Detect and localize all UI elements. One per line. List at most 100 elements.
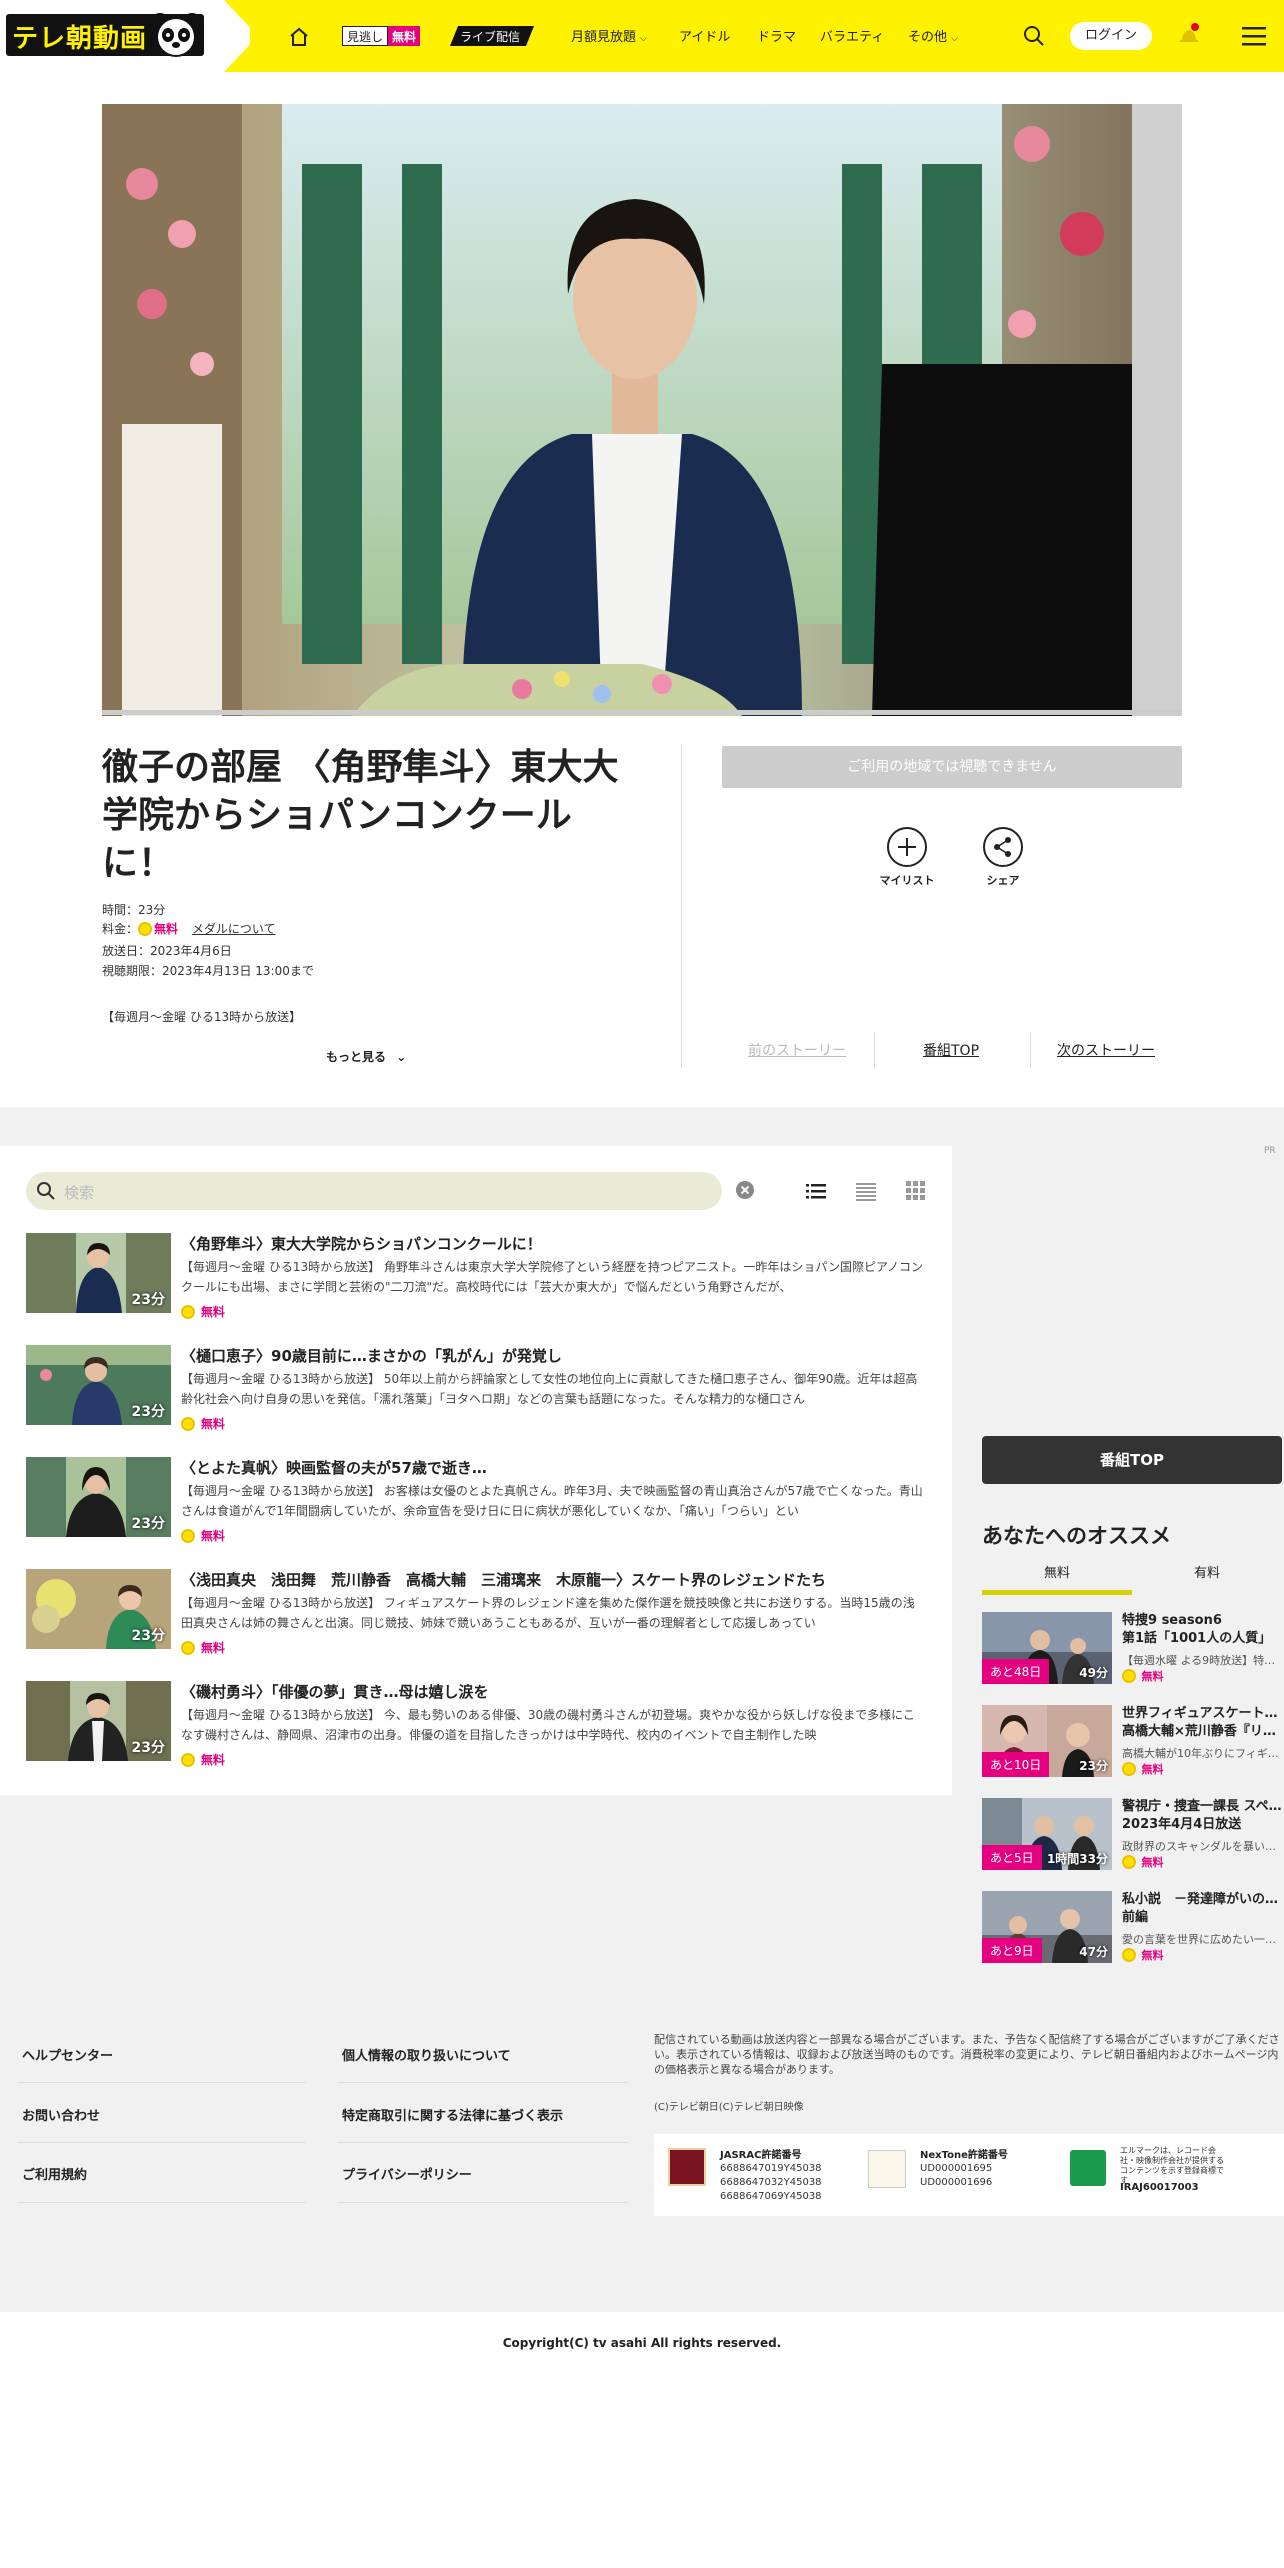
search-icon[interactable] [1022,24,1046,48]
tab-paid[interactable]: 有料 [1132,1562,1282,1581]
l-mark-logo [1070,2150,1106,2186]
item-price: 無料 [181,1527,225,1544]
recommend-price: 無料 [1122,1947,1164,1963]
recommend-price: 無料 [1122,1761,1164,1777]
footer-privacy-policy-link[interactable]: プライバシーポリシー [342,2164,472,2183]
nav-other-label: その他 [908,30,948,45]
region-unavailable-button: ご利用の地域では視聴できません [722,746,1182,788]
medal-icon [181,1305,195,1319]
item-title: 〈とよた真帆〉映画監督の夫が57歳で逝き… [181,1459,487,1477]
list-item[interactable]: 23分 〈浅田真央 浅田舞 荒川静香 高橋大輔 三浦璃来 木原龍一〉スケート界の… [26,1569,926,1655]
next-story-link[interactable]: 次のストーリー [1057,1040,1155,1060]
duration-label: 23分 [131,1628,165,1644]
episode-thumbnail[interactable]: 23分 [26,1681,171,1761]
live-link[interactable]: ライブ配信 [450,26,534,46]
nav-variety[interactable]: バラエティ [820,26,884,45]
more-button[interactable]: もっと見る ⌄ [326,1048,406,1065]
program-top-button[interactable]: 番組TOP [982,1436,1282,1484]
mylist-label: マイリスト [879,874,935,887]
site-header: テレ朝動画 見逃し 無料 ライブ配信 月額見放題 ⌵ アイドル ドラマ バラエティ… [0,0,1284,72]
remaining-days-badge: あと9日 [982,1938,1042,1963]
item-title: 〈角野隼斗〉東大大学院からショパンコンクールに！ [181,1235,542,1253]
mino-label: 見逃し [342,26,389,46]
nav-drama[interactable]: ドラマ [757,26,796,45]
list-item[interactable]: 23分 〈磯村勇斗〉「俳優の夢」貫き…母は嬉し涙を 【毎週月～金曜 ひる13時か… [26,1681,926,1767]
remaining-days-badge: あと5日 [982,1845,1042,1870]
clear-icon[interactable] [735,1180,755,1200]
recommend-description: 愛の言葉を世界に広めたい一… [1122,1933,1276,1946]
program-top-link[interactable]: 番組TOP [923,1040,979,1060]
remaining-days-badge: あと10日 [982,1752,1050,1777]
remaining-days-badge: あと48日 [982,1659,1050,1684]
search-icon [37,1182,55,1200]
share-button[interactable] [983,827,1023,867]
jasrac-number: 6688647019Y45038 [720,2163,822,2174]
hamburger-menu-icon[interactable] [1242,26,1266,46]
recommend-item[interactable]: あと10日 23分 世界フィギュアスケート… 高橋大輔×荒川静香『リ… 高橋大輔… [982,1705,1282,1777]
list-item[interactable]: 23分 〈とよた真帆〉映画監督の夫が57歳で逝き… 【毎週月～金曜 ひる13時か… [26,1457,926,1543]
episode-thumbnail[interactable]: 23分 [26,1569,171,1649]
mylist-button[interactable] [887,827,927,867]
nav-idol[interactable]: アイドル [679,26,730,45]
duration-label: 23分 [131,1292,165,1308]
recommend-thumbnail[interactable]: あと5日 1時間33分 [982,1798,1112,1870]
search-field[interactable] [26,1172,722,1210]
item-title: 〈浅田真央 浅田舞 荒川静香 高橋大輔 三浦璃来 木原龍一〉スケート界のレジェン… [181,1571,827,1589]
recommend-item[interactable]: あと48日 49分 特捜9 season6 第1話「1001人の人質」 【毎週水… [982,1612,1282,1684]
recommend-title-line2: 第1話「1001人の人質」 [1122,1631,1272,1646]
item-price-value: 無料 [200,1529,225,1543]
recommend-title: あなたへのオススメ [982,1524,1171,1548]
tab-free[interactable]: 無料 [982,1562,1132,1581]
l-mark-description: エルマークは、レコード会社・映像制作会社が提供するコンテンツを示す登録商標です [1120,2146,1224,2185]
recommend-title-line1: 私小説 －発達障がいの… [1122,1892,1279,1907]
recommend-thumbnail[interactable]: あと10日 23分 [982,1705,1112,1777]
medal-info-link[interactable]: メダルについて [192,922,276,936]
footer-contact-link[interactable]: お問い合わせ [22,2105,100,2124]
nav-other[interactable]: その他 ⌵ [908,26,958,45]
bell-icon[interactable] [1176,22,1202,48]
plus-icon [898,838,916,856]
l-mark-id: IRAJ60017003 [1120,2182,1199,2193]
list-view-icon[interactable] [806,1181,826,1201]
item-price: 無料 [181,1639,225,1656]
search-input[interactable]: 検索 [64,1182,94,1203]
copyright: Copyright(C) tv asahi All rights reserve… [502,2336,782,2350]
item-description: 【毎週月～金曜 ひる13時から放送】 50年以上前から評論家として女性の地位向上… [181,1372,918,1406]
home-icon[interactable] [288,26,310,48]
footer-help-link[interactable]: ヘルプセンター [22,2045,113,2064]
recommend-thumbnail[interactable]: あと48日 49分 [982,1612,1112,1684]
compact-list-icon[interactable] [856,1181,876,1201]
recommend-thumbnail[interactable]: あと9日 47分 [982,1891,1112,1963]
medal-icon [138,922,153,936]
footer-commerce-law-link[interactable]: 特定商取引に関する法律に基づく表示 [342,2105,563,2124]
jasrac-number: 6688647069Y45038 [720,2191,822,2202]
price-label: 料金： [102,922,139,936]
recommend-item[interactable]: あと9日 47分 私小説 －発達障がいの… 前編 愛の言葉を世界に広めたい一… … [982,1891,1282,1963]
recommend-price-value: 無料 [1141,1670,1164,1683]
nav-monthly[interactable]: 月額見放題 ⌵ [571,26,647,45]
mino-free-link[interactable]: 見逃し 無料 [342,26,421,46]
list-item[interactable]: 23分 〈角野隼斗〉東大大学院からショパンコンクールに！ 【毎週月～金曜 ひる1… [26,1233,926,1319]
episode-thumbnail[interactable]: 23分 [26,1233,171,1313]
recommend-item[interactable]: あと5日 1時間33分 警視庁・捜査一課長 スペ… 2023年4月4日放送 政財… [982,1798,1282,1870]
episode-thumbnail[interactable]: 23分 [26,1345,171,1425]
mino-free-label: 無料 [388,26,421,46]
recommend-title-line1: 特捜9 season6 [1122,1613,1222,1628]
recommend-title-line1: 警視庁・捜査一課長 スペ… [1122,1799,1282,1814]
footer-privacy-handling-link[interactable]: 個人情報の取り扱いについて [342,2045,511,2064]
footer-terms-link[interactable]: ご利用規約 [22,2164,87,2183]
duration-label: 23分 [1079,1759,1108,1773]
medal-icon [181,1417,195,1431]
grid-view-icon[interactable] [906,1181,926,1201]
list-item[interactable]: 23分 〈樋口恵子〉90歳目前に…まさかの「乳がん」が発覚し 【毎週月～金曜 ひ… [26,1345,926,1431]
logo-text: テレ朝動画 [12,24,148,54]
item-price: 無料 [181,1415,225,1432]
recommend-title-line2: 前編 [1122,1910,1149,1925]
pr-label: PR [1264,1146,1276,1156]
logo-area[interactable]: テレ朝動画 [0,0,250,72]
jasrac-logo [668,2148,706,2186]
login-button[interactable]: ログイン [1070,22,1152,50]
episode-thumbnail[interactable]: 23分 [26,1457,171,1537]
chevron-down-icon: ⌵ [640,34,647,44]
duration-label: 49分 [1079,1666,1108,1680]
